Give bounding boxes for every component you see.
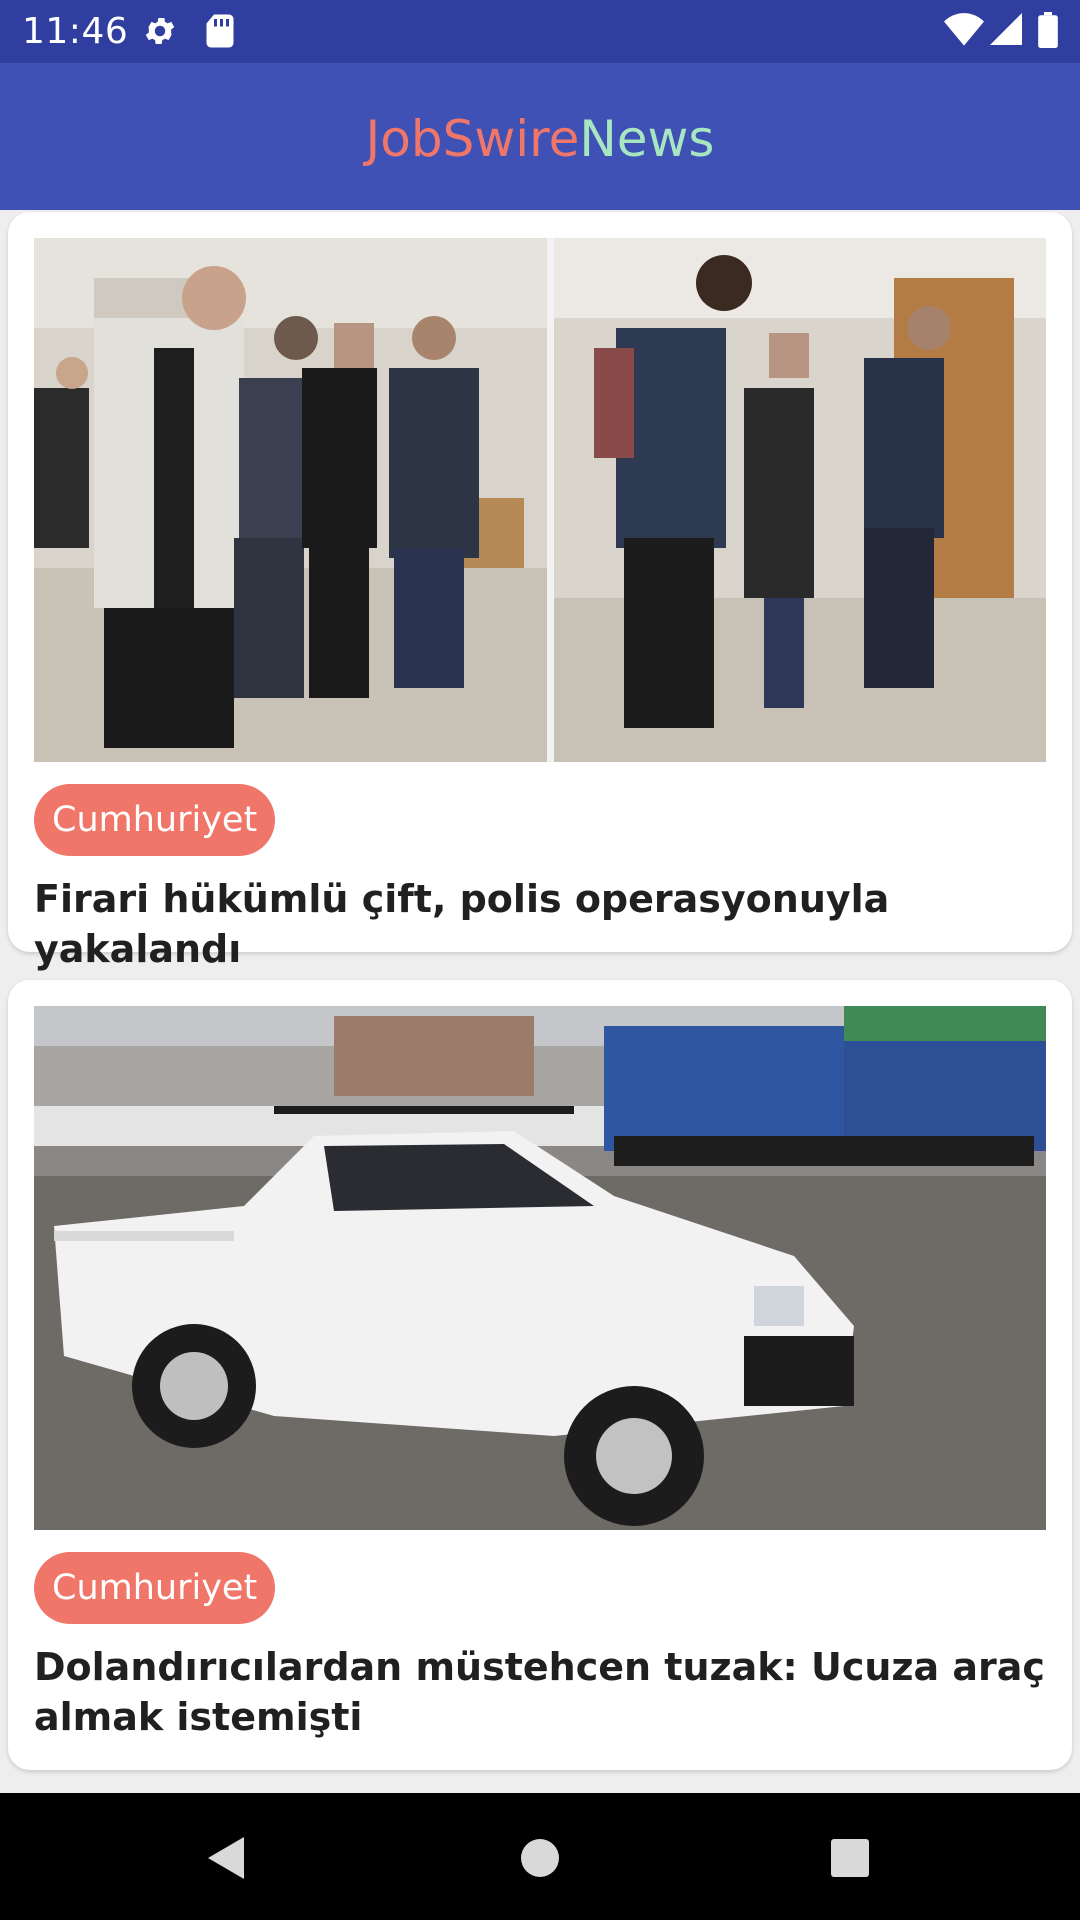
app-title: JobSwireNews xyxy=(366,109,715,169)
app-title-part1: JobSwire xyxy=(365,109,580,168)
article-image[interactable] xyxy=(34,238,1046,762)
recents-icon[interactable] xyxy=(810,1823,890,1893)
sd-card-icon xyxy=(204,13,236,54)
news-card[interactable]: Cumhuriyet Dolandırıcılardan müstehcen t… xyxy=(8,980,1072,1770)
home-icon[interactable] xyxy=(500,1823,580,1893)
back-icon[interactable] xyxy=(185,1823,265,1893)
status-time: 11:46 xyxy=(22,11,129,52)
news-feed[interactable]: Cumhuriyet Firari hükümlü çift, polis op… xyxy=(0,210,1080,1793)
wifi-icon xyxy=(944,12,984,51)
gear-icon xyxy=(142,13,178,54)
article-image[interactable] xyxy=(34,1006,1046,1530)
article-title[interactable]: Dolandırıcılardan müstehcen tuzak: Ucuza… xyxy=(34,1642,1046,1742)
app-bar: JobSwireNews xyxy=(0,63,1080,210)
status-bar: 11:46 xyxy=(0,0,1080,63)
navigation-bar xyxy=(0,1793,1080,1920)
article-title[interactable]: Firari hükümlü çift, polis operasyonuyla… xyxy=(34,874,1046,974)
source-chip[interactable]: Cumhuriyet xyxy=(34,784,276,856)
battery-icon xyxy=(1038,12,1058,53)
news-card[interactable]: Cumhuriyet Firari hükümlü çift, polis op… xyxy=(8,212,1072,971)
cellular-signal-icon xyxy=(990,12,1022,51)
source-chip[interactable]: Cumhuriyet xyxy=(34,1552,276,1624)
app-title-part2: News xyxy=(579,109,715,168)
